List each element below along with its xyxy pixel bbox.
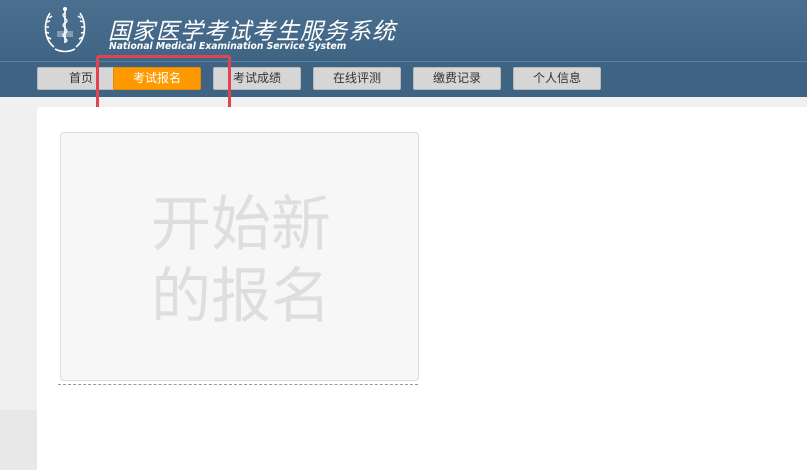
new-registration-card[interactable]: 开始新的报名 [60,132,419,381]
nav-exam-scores-button[interactable]: 考试成绩 [213,67,301,90]
divider [58,384,418,385]
left-margin-lower [0,410,37,470]
main-nav: 首页 考试报名 考试成绩 在线评测 缴费记录 个人信息 [0,61,807,97]
left-margin [0,97,37,410]
site-header: 国家医学考试考生服务系统 National Medical Examinatio… [0,0,807,61]
nav-exam-registration-button[interactable]: 考试报名 [113,67,201,90]
site-subtitle: National Medical Examination Service Sys… [109,41,347,52]
new-registration-label: 开始新的报名 [151,190,331,332]
nav-home-button[interactable]: 首页 [37,67,125,90]
nav-payment-records-button[interactable]: 缴费记录 [413,67,501,90]
nav-online-assessment-button[interactable]: 在线评测 [313,67,401,90]
nav-personal-info-button[interactable]: 个人信息 [513,67,601,90]
caduceus-emblem-icon [44,7,86,53]
